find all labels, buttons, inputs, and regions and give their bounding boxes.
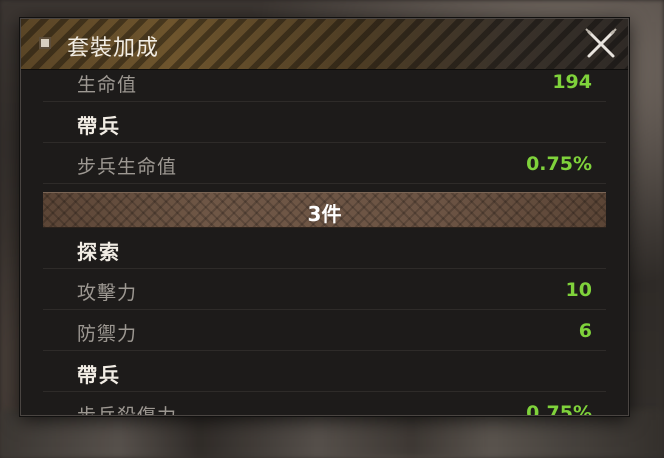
- category-label: 探索: [77, 240, 121, 264]
- stat-value: 6: [578, 320, 592, 342]
- square-bullet-icon: [41, 39, 49, 47]
- stat-row: 攻擊力 10: [43, 269, 606, 310]
- set-tier-header: 3件: [43, 192, 606, 228]
- category-heading: 探索: [43, 228, 606, 269]
- stat-label: 生命值: [77, 74, 138, 96]
- close-x-icon: [585, 28, 617, 58]
- category-heading: 帶兵: [43, 351, 606, 392]
- set-tier-label: 3件: [307, 202, 342, 226]
- stat-label: 防禦力: [77, 323, 138, 345]
- stat-value: 10: [565, 279, 592, 301]
- category-heading: 帶兵: [43, 102, 606, 143]
- stat-label: 步兵生命值: [77, 156, 178, 178]
- stat-value: 194: [552, 71, 592, 93]
- background-hud-strip: [0, 410, 664, 458]
- stat-label: 攻擊力: [77, 282, 138, 304]
- dialog-title: 套裝加成: [67, 36, 160, 61]
- stat-row: 步兵生命值 0.75%: [43, 143, 606, 184]
- category-label: 帶兵: [77, 363, 121, 387]
- set-bonus-dialog: 套裝加成 生命值 194 帶兵 步兵生命值 0.75% 3件 探索 攻擊力 10…: [20, 18, 629, 416]
- stat-label: 步兵殺傷力: [77, 401, 177, 415]
- bonus-list[interactable]: 生命值 194 帶兵 步兵生命值 0.75% 3件 探索 攻擊力 10 防禦力: [21, 69, 628, 415]
- stat-row: 防禦力 6: [43, 310, 606, 351]
- dialog-titlebar: 套裝加成: [21, 19, 628, 70]
- category-label: 帶兵: [77, 114, 121, 138]
- stat-row: 步兵殺傷力 0.75%: [43, 392, 606, 415]
- close-button[interactable]: [584, 27, 618, 61]
- stat-value: 0.75%: [526, 402, 592, 415]
- bonus-list-inner: 生命值 194 帶兵 步兵生命值 0.75% 3件 探索 攻擊力 10 防禦力: [21, 69, 628, 415]
- stat-row: 生命值 194: [43, 69, 606, 102]
- stat-value: 0.75%: [526, 153, 592, 175]
